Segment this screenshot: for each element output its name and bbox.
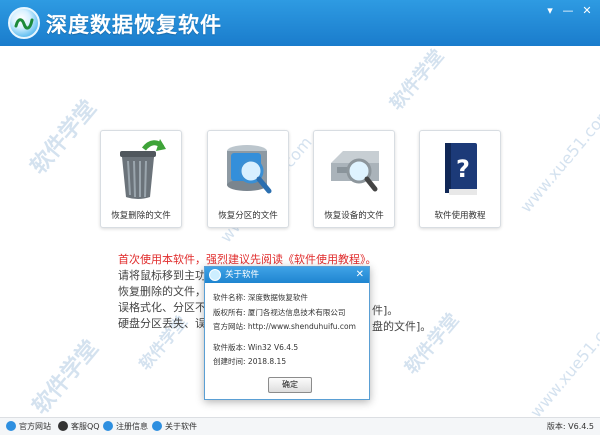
status-label: 关于软件 [165,422,197,431]
software-name-value: 深度数据恢复软件 [247,293,308,302]
field-label: 创建时间: [213,357,246,366]
watermark-url: www.xue51.com [526,307,600,422]
minimize-button[interactable]: — [559,3,577,19]
version-value: Win32 V6.4.5 [247,342,299,352]
website-link[interactable]: http://www.shenduhuifu.com [248,322,356,331]
info-icon [152,421,162,431]
help-book-icon: ? [435,137,487,203]
app-logo-icon [8,7,40,39]
drive-search-icon [223,137,275,203]
watermark-text: 软件学堂 [385,45,449,115]
watermark-text: 软件学堂 [26,95,102,180]
svg-text:?: ? [456,155,470,183]
about-link[interactable]: 关于软件 [152,421,197,433]
watermark-url: www.xue51.com [516,102,600,217]
app-title: 深度数据恢复软件 [46,13,222,37]
watermark-text: 软件学堂 [28,335,104,420]
about-dialog: 关于软件 ✕ 软件名称: 深度数据恢复软件 版权所有: 厦门各视达信息技术有限公… [204,266,370,400]
tutorial-button[interactable]: ? 软件使用教程 [419,130,501,228]
card-label: 恢复删除的文件 [111,211,171,221]
website-row: 官方网站: http://www.shenduhuifu.com [213,320,369,335]
card-label: 软件使用教程 [434,211,486,221]
globe-icon [6,421,16,431]
version-row: 软件版本: Win32 V6.4.5 [213,341,369,356]
created-row: 创建时间: 2018.8.15 [213,355,369,370]
title-bar: 深度数据恢复软件 ▾ — ✕ [0,0,600,46]
software-name-row: 软件名称: 深度数据恢复软件 [213,291,369,306]
device-search-icon [329,137,381,203]
hint-line-end: 件]。 [372,304,399,317]
status-label: 官方网站 [19,422,51,431]
version-label: 版本: V6.4.5 [546,422,594,431]
trash-icon [116,137,168,203]
key-icon [103,421,113,431]
dialog-title: 关于软件 [225,270,260,280]
recover-partition-files-button[interactable]: 恢复分区的文件 [207,130,289,228]
field-label: 版权所有: [213,307,246,317]
support-qq-link[interactable]: 客服QQ [58,421,100,433]
card-label: 恢复分区的文件 [218,211,278,221]
status-label: 注册信息 [116,422,148,431]
recover-device-files-button[interactable]: 恢复设备的文件 [313,130,395,228]
copyright-row: 版权所有: 厦门各视达信息技术有限公司 [213,306,369,321]
register-info-link[interactable]: 注册信息 [103,421,148,433]
menu-dropdown-button[interactable]: ▾ [541,3,559,19]
close-button[interactable]: ✕ [578,3,596,19]
created-value: 2018.8.15 [247,357,287,366]
dialog-close-icon[interactable]: ✕ [356,267,364,283]
status-bar: 官方网站 客服QQ 注册信息 关于软件 版本: V6.4.5 [0,417,600,435]
copyright-value: 厦门各视达信息技术有限公司 [247,307,346,317]
dialog-title-bar: 关于软件 ✕ [205,267,369,283]
dialog-logo-icon [209,269,221,281]
card-label: 恢复设备的文件 [324,211,384,221]
ok-button[interactable]: 确定 [268,377,312,393]
recover-deleted-files-button[interactable]: 恢复删除的文件 [100,130,182,228]
hint-line-end: 盘的文件]。 [372,320,432,333]
dialog-body: 软件名称: 深度数据恢复软件 版权所有: 厦门各视达信息技术有限公司 官方网站:… [205,283,369,370]
qq-icon [58,421,68,431]
field-label: 软件版本: [213,342,246,352]
field-label: 官方网站: [213,322,246,331]
field-label: 软件名称: [213,293,246,302]
status-label: 客服QQ [71,422,100,431]
official-site-link[interactable]: 官方网站 [6,421,51,433]
